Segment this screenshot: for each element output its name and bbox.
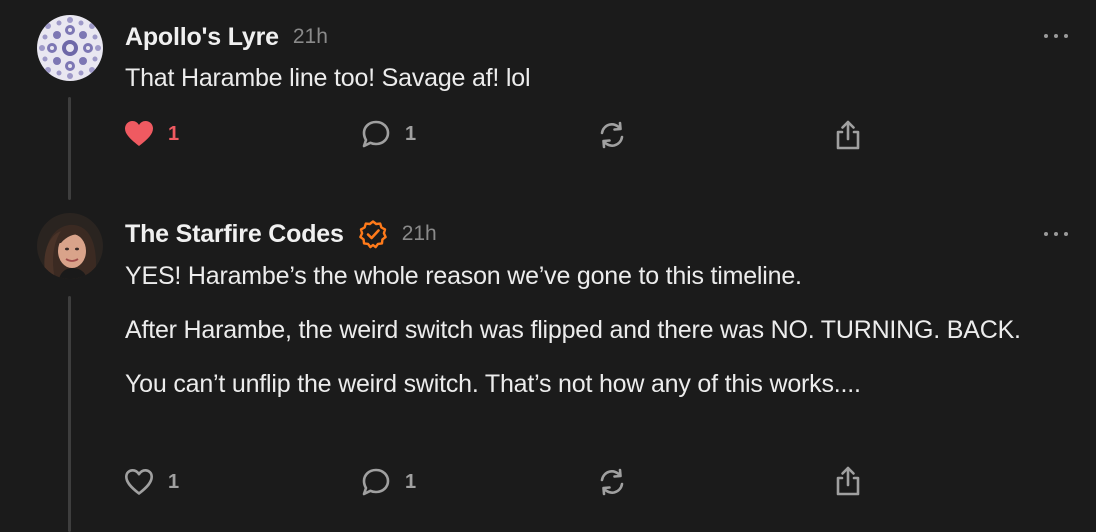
like-count: 1 (168, 470, 180, 493)
thread-line (68, 97, 71, 200)
more-options-icon[interactable] (1044, 31, 1068, 41)
share-button[interactable] (833, 466, 863, 496)
restack-icon (600, 121, 624, 149)
timestamp[interactable]: 21h (293, 25, 328, 49)
comment-body: That Harambe line too! Savage af! lol (125, 59, 531, 98)
reply-button[interactable]: 1 (361, 467, 416, 497)
heart-filled-icon (125, 121, 153, 146)
like-button[interactable]: 1 (124, 119, 179, 149)
mandala-avatar-icon (37, 15, 103, 81)
author-name[interactable]: The Starfire Codes (125, 220, 344, 249)
comment-header: The Starfire Codes 21h (125, 217, 437, 251)
author-name[interactable]: Apollo's Lyre (125, 23, 279, 52)
avatar[interactable] (37, 213, 103, 279)
comment-thread: Apollo's Lyre 21h That Harambe line too!… (0, 0, 1096, 532)
reply-count: 1 (405, 470, 417, 493)
comment-body: YES! Harambe’s the whole reason we’ve go… (125, 257, 1045, 404)
comment-paragraph: That Harambe line too! Savage af! lol (125, 64, 531, 92)
verified-badge-icon (358, 219, 388, 249)
reply-count: 1 (405, 122, 417, 145)
restack-button[interactable] (597, 467, 627, 497)
heart-outline-icon (125, 469, 153, 495)
reply-button[interactable]: 1 (361, 119, 416, 149)
profile-photo-avatar-icon (37, 213, 103, 279)
share-button[interactable] (833, 120, 863, 150)
share-icon (836, 466, 860, 496)
like-button[interactable]: 1 (124, 467, 179, 497)
share-icon (836, 120, 860, 150)
timestamp[interactable]: 21h (402, 222, 437, 246)
restack-button[interactable] (597, 120, 627, 150)
comment-paragraph: YES! Harambe’s the whole reason we’ve go… (125, 262, 802, 290)
restack-icon (600, 468, 624, 496)
comment-paragraph: You can’t unflip the weird switch. That’… (125, 370, 861, 398)
like-count: 1 (168, 122, 180, 145)
comment-paragraph: After Harambe, the weird switch was flip… (125, 316, 1021, 344)
speech-bubble-icon (362, 468, 390, 496)
comment-header: Apollo's Lyre 21h (125, 20, 328, 54)
avatar[interactable] (37, 15, 103, 81)
thread-line (68, 296, 71, 532)
more-options-icon[interactable] (1044, 229, 1068, 239)
speech-bubble-icon (362, 120, 390, 148)
